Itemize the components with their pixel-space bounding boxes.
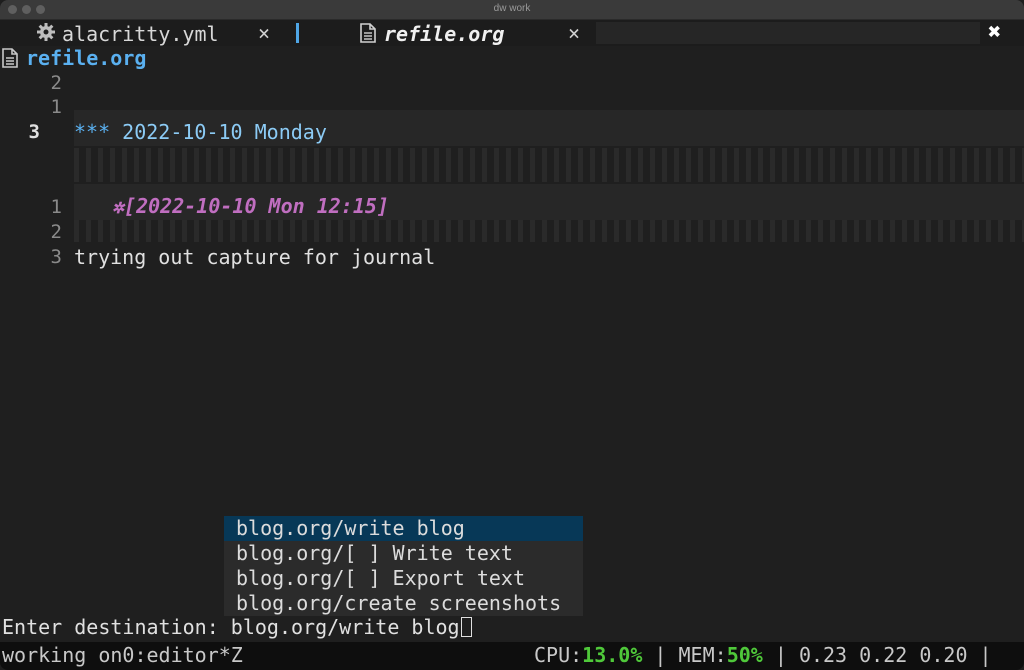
tab-bar: alacritty.yml × refile.org × ✖: [0, 20, 1024, 46]
fill-row: [74, 148, 1024, 182]
close-frame-icon[interactable]: ✖: [988, 20, 1001, 45]
tab-label: alacritty.yml: [62, 22, 219, 46]
separator: |: [642, 643, 679, 667]
separator: |: [967, 643, 992, 667]
completion-item[interactable]: blog.org/[ ] Export text: [224, 566, 583, 591]
document-icon: [360, 23, 376, 47]
asterisk-bullet-icon: ✲: [112, 194, 125, 218]
line-number: 2: [50, 221, 62, 243]
fill-row: [74, 220, 1024, 242]
heading-text: 2022-10-10 Monday: [110, 120, 327, 144]
status-bar: working on0:editor*Z CPU:13.0% | MEM:50%…: [0, 642, 1024, 670]
heading-background: [74, 110, 1024, 120]
mem-value: 50%: [726, 643, 763, 667]
heading-stars: ***: [74, 120, 111, 144]
gear-icon: [36, 22, 56, 46]
org-heading[interactable]: *** 2022-10-10 Monday: [74, 120, 327, 144]
minibuffer-prompt: Enter destination:: [2, 615, 231, 639]
completion-item[interactable]: blog.org/create screenshots: [224, 591, 583, 616]
completion-item[interactable]: blog.org/[ ] Write text: [224, 541, 583, 566]
cpu-label: CPU:: [534, 643, 583, 667]
tab-alacritty[interactable]: alacritty.yml ×: [0, 20, 290, 46]
mem-label: MEM:: [678, 643, 727, 667]
line-number: 1: [50, 96, 62, 118]
text-cursor: [460, 617, 472, 637]
title-bar: dw work: [0, 0, 1024, 20]
session-name: working on0:editor*Z: [2, 643, 243, 667]
minibuffer-input[interactable]: blog.org/write blog: [231, 615, 460, 639]
document-icon: [2, 48, 18, 72]
body-text[interactable]: trying out capture for journal: [74, 245, 435, 269]
line-number: 2: [50, 72, 62, 94]
line-number: 1: [50, 196, 62, 218]
tab-divider: [296, 23, 299, 43]
current-line-number: 3: [28, 121, 40, 143]
window-title: dw work: [493, 3, 531, 14]
tab-bar-filler: [596, 22, 980, 44]
terminal-window: dw work alacritty.yml × refile.org × ✖ r…: [0, 0, 1024, 670]
completion-popup: blog.org/write blog blog.org/[ ] Write t…: [224, 516, 583, 616]
line-number: 3: [50, 246, 62, 268]
close-tab-icon[interactable]: ×: [258, 21, 270, 45]
timestamp-text: [2022-10-10 Mon 12:15]: [124, 194, 389, 218]
close-tab-icon[interactable]: ×: [568, 21, 580, 45]
system-stats: CPU:13.0% | MEM:50% | 0.23 0.22 0.20 |: [534, 643, 992, 667]
tab-refile[interactable]: refile.org ×: [340, 20, 596, 46]
load-average: 0.23 0.22 0.20: [798, 643, 968, 667]
cpu-value: 13.0%: [582, 643, 643, 667]
separator: |: [762, 643, 799, 667]
buffer-title: refile.org: [26, 46, 147, 70]
tab-label: refile.org: [384, 22, 505, 46]
minibuffer[interactable]: Enter destination: blog.org/write blog: [2, 615, 472, 639]
org-timestamp[interactable]: ✲[2022-10-10 Mon 12:15]: [112, 194, 389, 218]
completion-item[interactable]: blog.org/write blog: [224, 516, 583, 541]
